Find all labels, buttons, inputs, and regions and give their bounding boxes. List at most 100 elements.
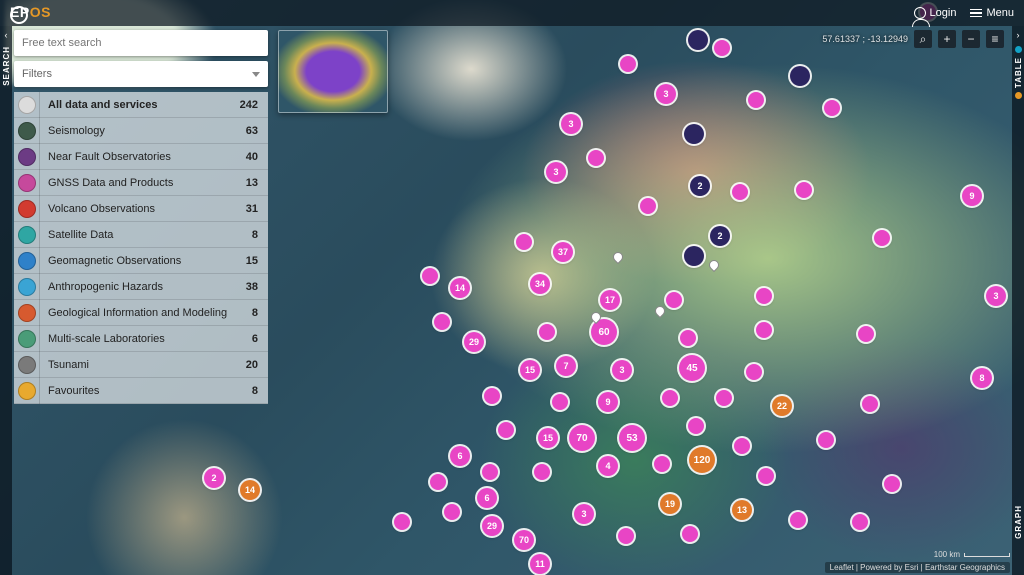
cluster-marker[interactable] bbox=[874, 230, 890, 246]
cluster-marker[interactable] bbox=[688, 30, 708, 50]
cluster-marker[interactable] bbox=[552, 394, 568, 410]
search-input[interactable] bbox=[14, 30, 268, 56]
category-row[interactable]: Volcano Observations31 bbox=[14, 196, 268, 222]
cluster-marker[interactable]: 3 bbox=[986, 286, 1006, 306]
cluster-marker[interactable] bbox=[620, 56, 636, 72]
cluster-marker[interactable] bbox=[884, 476, 900, 492]
cluster-marker[interactable] bbox=[756, 288, 772, 304]
cluster-marker[interactable]: 6 bbox=[477, 488, 497, 508]
cluster-marker[interactable]: 70 bbox=[514, 530, 534, 550]
cluster-marker[interactable]: 53 bbox=[619, 425, 645, 451]
cluster-marker[interactable] bbox=[662, 390, 678, 406]
cluster-marker[interactable] bbox=[734, 438, 750, 454]
cluster-marker[interactable] bbox=[430, 474, 446, 490]
category-row[interactable]: Anthropogenic Hazards38 bbox=[14, 274, 268, 300]
chevron-right-icon[interactable]: › bbox=[1017, 30, 1020, 40]
cluster-marker[interactable] bbox=[790, 512, 806, 528]
cluster-marker[interactable]: 2 bbox=[710, 226, 730, 246]
chevron-left-icon[interactable]: ‹ bbox=[5, 30, 8, 40]
cluster-marker[interactable] bbox=[688, 418, 704, 434]
cluster-marker[interactable] bbox=[758, 468, 774, 484]
cluster-marker[interactable] bbox=[716, 390, 732, 406]
cluster-marker[interactable]: 70 bbox=[569, 425, 595, 451]
cluster-marker[interactable]: 19 bbox=[660, 494, 680, 514]
cluster-marker[interactable] bbox=[714, 40, 730, 56]
cluster-marker[interactable]: 120 bbox=[689, 447, 715, 473]
cluster-marker[interactable]: 7 bbox=[556, 356, 576, 376]
layers-button[interactable]: ≡ bbox=[986, 30, 1004, 48]
cluster-marker[interactable] bbox=[618, 528, 634, 544]
cluster-marker[interactable]: 9 bbox=[598, 392, 618, 412]
cluster-marker[interactable] bbox=[790, 66, 810, 86]
cluster-marker[interactable] bbox=[682, 526, 698, 542]
cluster-marker[interactable] bbox=[680, 330, 696, 346]
cluster-marker[interactable]: 9 bbox=[962, 186, 982, 206]
login-button[interactable]: Login bbox=[914, 7, 957, 19]
cluster-marker[interactable] bbox=[484, 388, 500, 404]
right-rail-graph[interactable]: GRAPH bbox=[1014, 505, 1023, 539]
cluster-marker[interactable] bbox=[394, 514, 410, 530]
left-rail[interactable]: ‹ SEARCH bbox=[0, 26, 12, 575]
cluster-marker[interactable]: 15 bbox=[520, 360, 540, 380]
filters-dropdown[interactable]: Filters bbox=[14, 61, 268, 87]
cluster-marker[interactable] bbox=[862, 396, 878, 412]
menu-button[interactable]: Menu bbox=[970, 7, 1014, 19]
cluster-marker[interactable] bbox=[654, 456, 670, 472]
cluster-marker[interactable]: 3 bbox=[546, 162, 566, 182]
category-row[interactable]: Tsunami20 bbox=[14, 352, 268, 378]
category-row[interactable]: Geomagnetic Observations15 bbox=[14, 248, 268, 274]
cluster-marker[interactable]: 15 bbox=[538, 428, 558, 448]
map-pin-icon[interactable] bbox=[611, 250, 625, 264]
category-row[interactable]: Satellite Data8 bbox=[14, 222, 268, 248]
cluster-marker[interactable]: 8 bbox=[972, 368, 992, 388]
cluster-marker[interactable] bbox=[422, 268, 438, 284]
search-map-button[interactable]: ⌕ bbox=[914, 30, 932, 48]
category-row[interactable]: Seismology63 bbox=[14, 118, 268, 144]
cluster-marker[interactable] bbox=[498, 422, 514, 438]
cluster-marker[interactable] bbox=[684, 124, 704, 144]
cluster-marker[interactable] bbox=[818, 432, 834, 448]
cluster-marker[interactable] bbox=[684, 246, 704, 266]
cluster-marker[interactable] bbox=[756, 322, 772, 338]
cluster-marker[interactable]: 11 bbox=[530, 554, 550, 574]
cluster-marker[interactable] bbox=[824, 100, 840, 116]
cluster-marker[interactable] bbox=[588, 150, 604, 166]
cluster-marker[interactable]: 37 bbox=[553, 242, 573, 262]
cluster-marker[interactable] bbox=[852, 514, 868, 530]
cluster-marker[interactable]: 22 bbox=[772, 396, 792, 416]
zoom-in-button[interactable]: + bbox=[938, 30, 956, 48]
cluster-marker[interactable]: 17 bbox=[600, 290, 620, 310]
category-row[interactable]: Favourites8 bbox=[14, 378, 268, 404]
category-row[interactable]: Multi-scale Laboratories6 bbox=[14, 326, 268, 352]
cluster-marker[interactable]: 13 bbox=[732, 500, 752, 520]
cluster-marker[interactable] bbox=[666, 292, 682, 308]
cluster-marker[interactable] bbox=[444, 504, 460, 520]
cluster-marker[interactable] bbox=[858, 326, 874, 342]
cluster-marker[interactable]: 2 bbox=[204, 468, 224, 488]
cluster-marker[interactable]: 45 bbox=[679, 355, 705, 381]
cluster-marker[interactable]: 3 bbox=[656, 84, 676, 104]
category-row[interactable]: All data and services242 bbox=[14, 92, 268, 118]
category-row[interactable]: Geological Information and Modeling8 bbox=[14, 300, 268, 326]
cluster-marker[interactable]: 14 bbox=[450, 278, 470, 298]
cluster-marker[interactable] bbox=[732, 184, 748, 200]
category-row[interactable]: Near Fault Observatories40 bbox=[14, 144, 268, 170]
cluster-marker[interactable] bbox=[434, 314, 450, 330]
cluster-marker[interactable]: 14 bbox=[240, 480, 260, 500]
cluster-marker[interactable] bbox=[796, 182, 812, 198]
cluster-marker[interactable] bbox=[534, 464, 550, 480]
cluster-marker[interactable] bbox=[748, 92, 764, 108]
cluster-marker[interactable]: 29 bbox=[482, 516, 502, 536]
cluster-marker[interactable]: 4 bbox=[598, 456, 618, 476]
map-inset-iceland[interactable] bbox=[278, 30, 388, 113]
category-row[interactable]: GNSS Data and Products13 bbox=[14, 170, 268, 196]
cluster-marker[interactable] bbox=[482, 464, 498, 480]
cluster-marker[interactable] bbox=[539, 324, 555, 340]
cluster-marker[interactable]: 2 bbox=[690, 176, 710, 196]
cluster-marker[interactable]: 29 bbox=[464, 332, 484, 352]
cluster-marker[interactable]: 3 bbox=[561, 114, 581, 134]
cluster-marker[interactable] bbox=[516, 234, 532, 250]
right-rail[interactable]: › TABLE GRAPH bbox=[1012, 26, 1024, 575]
map-pin-icon[interactable] bbox=[653, 304, 667, 318]
cluster-marker[interactable] bbox=[746, 364, 762, 380]
